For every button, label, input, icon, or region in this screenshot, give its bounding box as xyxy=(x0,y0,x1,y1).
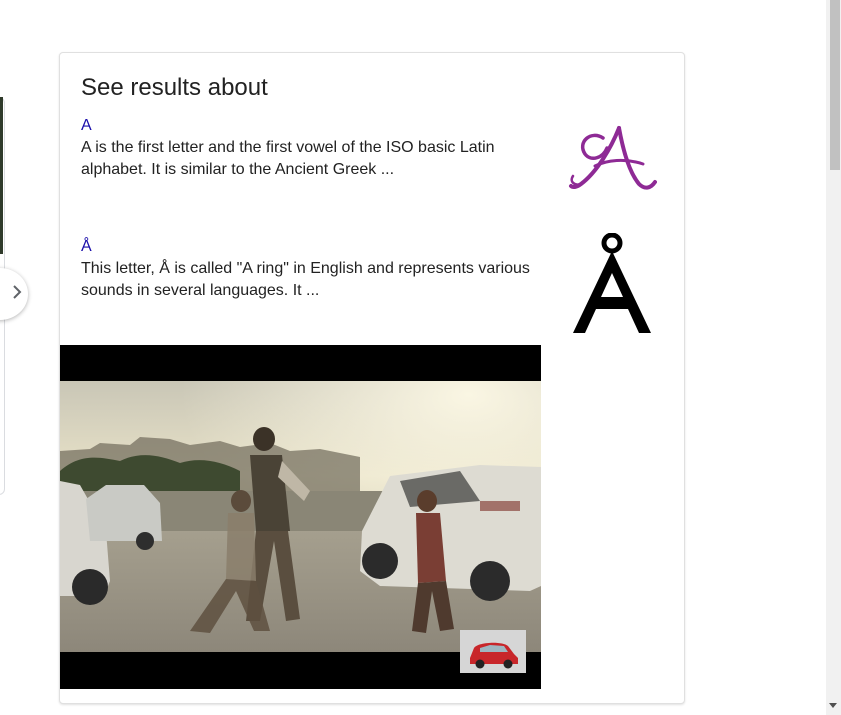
red-car-thumbnail xyxy=(460,630,526,673)
result-link[interactable]: Å xyxy=(81,237,92,257)
result-description: This letter, Å is called "A ring" in Eng… xyxy=(81,260,530,299)
card-title: See results about xyxy=(81,74,268,101)
scroll-down-arrow-icon[interactable] xyxy=(829,703,837,708)
video-frame xyxy=(60,381,541,652)
carousel-next-button[interactable] xyxy=(0,268,28,320)
previous-card-image xyxy=(0,97,3,254)
a-ring-letter-icon[interactable] xyxy=(567,232,657,333)
page: See results about A A is the first lette… xyxy=(0,0,841,715)
script-a-letter-icon[interactable] xyxy=(567,120,657,210)
see-results-about-card: See results about A A is the first lette… xyxy=(59,52,685,704)
result-description: A is the first letter and the first vowe… xyxy=(81,139,495,178)
chevron-right-icon xyxy=(11,284,23,305)
scrollbar-thumb[interactable] xyxy=(830,0,840,170)
video-thumbnail[interactable] xyxy=(60,345,541,689)
result-link[interactable]: A xyxy=(81,116,92,136)
